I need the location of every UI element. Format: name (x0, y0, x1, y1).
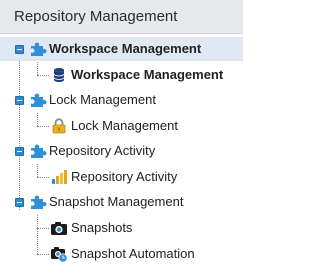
collapse-toggle[interactable] (15, 96, 24, 105)
camera-icon (50, 219, 68, 237)
puzzle-icon (29, 91, 47, 109)
tree-node-repository-activity[interactable]: Repository Activity (0, 139, 243, 163)
repository-tree: Workspace Management Workspace Managemen… (0, 34, 243, 270)
tree-leaf-snapshots[interactable]: Snapshots (0, 216, 243, 240)
collapse-toggle[interactable] (15, 147, 24, 156)
collapse-toggle[interactable] (15, 45, 24, 54)
camera-clock-icon (50, 245, 68, 263)
database-icon (50, 66, 68, 84)
puzzle-icon (29, 40, 47, 58)
tree-leaf-label: Workspace Management (71, 67, 224, 82)
bar-chart-icon (50, 168, 68, 186)
tree-node-label: Workspace Management (49, 41, 202, 56)
tree-leaf-label: Snapshots (71, 220, 133, 235)
tree-leaf-label: Snapshot Automation (71, 246, 195, 261)
tree-node-snapshot-management[interactable]: Snapshot Management (0, 190, 243, 214)
tree-node-lock-management[interactable]: Lock Management (0, 88, 243, 112)
tree-node-label: Repository Activity (49, 143, 156, 158)
tree-node-label: Lock Management (49, 92, 156, 107)
puzzle-icon (29, 142, 47, 160)
tree-leaf-repository-activity[interactable]: Repository Activity (0, 165, 243, 189)
tree-leaf-workspace-management[interactable]: Workspace Management (0, 63, 243, 87)
tree-node-workspace-management[interactable]: Workspace Management (0, 37, 243, 61)
tree-leaf-label: Repository Activity (71, 169, 178, 184)
tree-leaf-snapshot-automation[interactable]: Snapshot Automation (0, 242, 243, 266)
puzzle-icon (29, 193, 47, 211)
collapse-toggle[interactable] (15, 198, 24, 207)
panel-header: Repository Management (0, 0, 243, 34)
tree-node-label: Snapshot Management (49, 194, 184, 209)
panel-title: Repository Management (14, 8, 178, 25)
lock-icon (50, 117, 68, 135)
tree-leaf-lock-management[interactable]: Lock Management (0, 114, 243, 138)
tree-leaf-label: Lock Management (71, 118, 178, 133)
